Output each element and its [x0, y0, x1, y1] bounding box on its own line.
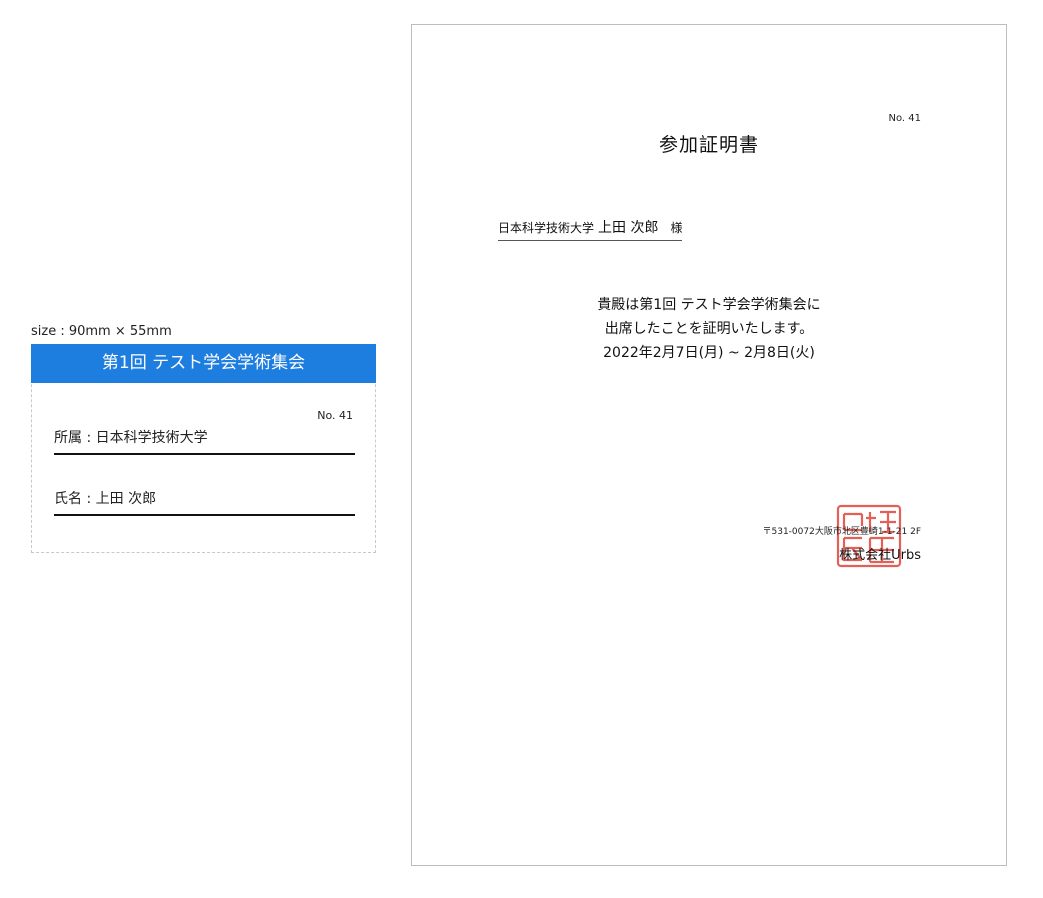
company-name: 株式会社Urbs: [839, 548, 921, 563]
certificate-body-line-3: 2022年2月7日(月) ~ 2月8日(火): [603, 345, 815, 361]
certificate-number: No. 41: [888, 113, 921, 124]
badge-name: 氏名 : 上田 次郎: [54, 488, 355, 516]
certificate-page: No. 41 参加証明書 日本科学技術大学 上田 次郎様 貴殿は第1回 テスト学会…: [411, 24, 1007, 866]
certificate-recipient: 日本科学技術大学 上田 次郎様: [498, 217, 683, 241]
name-badge: 第1回 テスト学会学術集会 No. 41 所属 : 日本科学技術大学 氏名 : …: [31, 344, 376, 553]
recipient-name: 上田 次郎: [598, 220, 659, 236]
recipient-affiliation: 日本科学技術大学: [498, 221, 595, 235]
certificate-body-line-2: 出席したことを証明いたします。: [604, 321, 814, 337]
certificate-body-line-1: 貴殿は第1回 テスト学会学術集会に: [597, 297, 821, 313]
badge-header-title: 第1回 テスト学会学術集会: [31, 344, 376, 383]
badge-number: No. 41: [317, 409, 353, 422]
company-address: 〒531-0072大阪市北区豊崎1-1-21 2F: [762, 527, 922, 537]
badge-size-label: size : 90mm × 55mm: [31, 324, 172, 339]
badge-affiliation: 所属 : 日本科学技術大学: [54, 427, 355, 455]
certificate-title: 参加証明書: [658, 134, 759, 156]
certificate-body: 貴殿は第1回 テスト学会学術集会に 出席したことを証明いたします。 2022年2…: [412, 293, 1006, 365]
recipient-honorific: 様: [670, 221, 683, 235]
